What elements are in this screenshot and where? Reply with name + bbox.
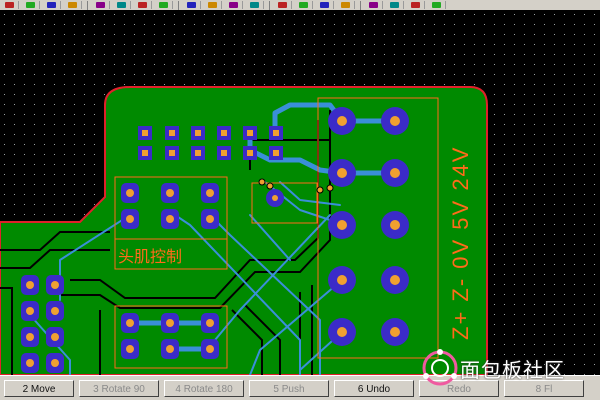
zoom-icon[interactable]: [114, 1, 131, 9]
fkey-button[interactable]: 4 Rotate 180: [164, 379, 244, 397]
pcb-canvas[interactable]: Z+ Z- 0V 5V 24V 头肌控制: [0, 10, 600, 375]
flip-icon[interactable]: [65, 1, 82, 9]
silk-text-mid: 头肌控制: [118, 247, 182, 266]
move-icon[interactable]: [44, 1, 61, 9]
smd-pad-center: [273, 150, 279, 156]
pad-drill: [337, 168, 347, 178]
silk-text-right: Z+ Z- 0V 5V 24V: [448, 146, 473, 340]
redo-icon[interactable]: [205, 1, 222, 9]
measure-icon[interactable]: [387, 1, 404, 9]
pad-drill: [126, 345, 134, 353]
via-drill: [272, 195, 278, 201]
smd-pad-center: [169, 150, 175, 156]
pad-icon[interactable]: [135, 1, 152, 9]
layer-icon[interactable]: [275, 1, 292, 9]
smd-pad-center: [195, 150, 201, 156]
pad-drill: [206, 215, 214, 223]
pad-drill: [166, 345, 174, 353]
watermark-logo: [422, 349, 458, 386]
toolbar-separator: [360, 0, 361, 10]
fkey-button[interactable]: 3 Rotate 90: [79, 379, 159, 397]
pad-drill: [51, 359, 59, 367]
pad-drill: [390, 116, 400, 126]
fkey-button[interactable]: 2 Move: [4, 379, 74, 397]
rotate-icon[interactable]: [93, 1, 110, 9]
pad-drill: [26, 307, 34, 315]
watermark: 面包板社区: [420, 345, 596, 391]
small-via: [258, 178, 266, 186]
delete-icon[interactable]: [338, 1, 355, 9]
smd-pad-center: [142, 130, 148, 136]
print-icon[interactable]: [408, 1, 425, 9]
pad-drill: [390, 327, 400, 337]
pad-drill: [26, 333, 34, 341]
pad-drill: [51, 333, 59, 341]
undo-icon[interactable]: [184, 1, 201, 9]
pad-drill: [166, 215, 174, 223]
smd-pad-center: [142, 150, 148, 156]
fkey-button[interactable]: 5 Push: [249, 379, 329, 397]
smd-pad-center: [169, 130, 175, 136]
help-icon[interactable]: [429, 1, 446, 9]
pad-drill: [390, 168, 400, 178]
smd-pad-center: [221, 150, 227, 156]
pad-drill: [206, 345, 214, 353]
pad-drill: [206, 319, 214, 327]
smd-pad-center: [247, 150, 253, 156]
route-icon[interactable]: [23, 1, 40, 9]
smd-pad-center: [273, 130, 279, 136]
toolbar-separator: [87, 0, 88, 10]
fkey-button[interactable]: 6 Undo: [334, 379, 414, 397]
pad-drill: [390, 275, 400, 285]
pad-drill: [206, 189, 214, 197]
fill-icon[interactable]: [247, 1, 264, 9]
pad-drill: [166, 319, 174, 327]
pad-drill: [126, 319, 134, 327]
pad-drill: [166, 189, 174, 197]
pcb-editor-window: Z+ Z- 0V 5V 24V 头肌控制 2 Move 3 Rotate 90 4 …: [0, 0, 600, 400]
toolbar-separator: [269, 0, 270, 10]
pad-drill: [51, 307, 59, 315]
pad-drill: [126, 215, 134, 223]
pad-drill: [26, 281, 34, 289]
pad-drill: [26, 359, 34, 367]
small-via: [326, 184, 334, 192]
smd-pad-center: [195, 130, 201, 136]
text-icon[interactable]: [366, 1, 383, 9]
drc-icon[interactable]: [226, 1, 243, 9]
pad-drill: [337, 327, 347, 337]
toolbar-separator: [178, 0, 179, 10]
small-via: [316, 186, 324, 194]
select-icon[interactable]: [2, 1, 19, 9]
pad-drill: [337, 275, 347, 285]
pad-drill: [390, 220, 400, 230]
smd-pad-center: [221, 130, 227, 136]
small-via: [266, 182, 274, 190]
via-icon[interactable]: [156, 1, 173, 9]
ratsnest-icon[interactable]: [317, 1, 334, 9]
pad-drill: [126, 189, 134, 197]
pad-drill: [337, 220, 347, 230]
pad-drill: [51, 281, 59, 289]
pad-drill: [337, 116, 347, 126]
watermark-text: 面包板社区: [460, 359, 565, 382]
smd-pad-center: [247, 130, 253, 136]
grid-icon[interactable]: [296, 1, 313, 9]
